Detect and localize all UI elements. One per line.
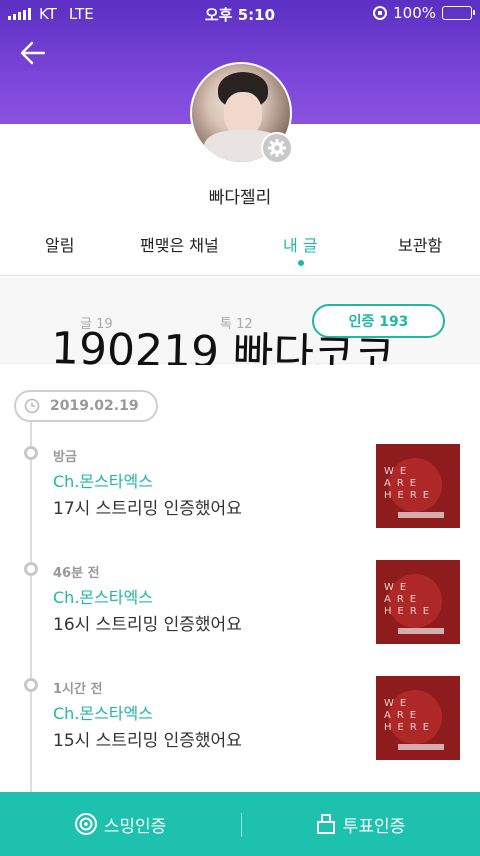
vote-cert-label: 투표인증 (342, 816, 406, 837)
disc-icon (74, 813, 97, 835)
post-channel-link[interactable]: Ch.몬스타엑스 (53, 700, 153, 724)
profile-tabs: 알림 팬맺은 채널 내 글 보관함 (0, 222, 480, 276)
back-arrow-icon (20, 41, 46, 65)
tab-fan-channels[interactable]: 팬맺은 채널 (140, 232, 219, 256)
post-time: 1시간 전 (53, 682, 103, 697)
username: 빠다젤리 (208, 188, 272, 208)
date-label: 2019.02.19 (50, 398, 139, 414)
timeline-post[interactable]: 방금 Ch.몬스타엑스 17시 스트리밍 인증했어요 WE ARE HERE (0, 444, 480, 544)
post-time: 방금 (53, 450, 77, 465)
orientation-lock-icon (373, 6, 388, 20)
profile-settings-button[interactable] (261, 132, 293, 164)
tab-archive[interactable]: 보관함 (398, 232, 442, 256)
back-button[interactable] (18, 38, 54, 70)
ballot-icon (316, 814, 335, 834)
post-text: 15시 스트리밍 인증했어요 (53, 731, 242, 751)
post-channel-link[interactable]: Ch.몬스타엑스 (53, 468, 153, 492)
post-text: 17시 스트리밍 인증했어요 (53, 499, 242, 519)
post-thumbnail[interactable]: WE ARE HERE (376, 676, 460, 760)
date-chip: 2019.02.19 (14, 390, 158, 422)
clock-icon (24, 398, 40, 414)
tab-notifications[interactable]: 알림 (45, 232, 74, 256)
vote-cert-button[interactable]: 투표인증 (240, 792, 480, 856)
post-time: 46분 전 (53, 566, 100, 581)
tab-my-posts[interactable]: 내 글 (283, 232, 318, 256)
timeline-post[interactable]: 1시간 전 Ch.몬스타엑스 15시 스트리밍 인증했어요 WE ARE HERE (0, 676, 480, 776)
profile-page: KT LTE 오후 5:10 100% 빠다젤리 알림 팬맺은 채널 내 글 보… (0, 0, 480, 856)
post-text: 16시 스트리밍 인증했어요 (53, 615, 242, 635)
status-right: 100% (373, 4, 475, 22)
gear-icon (268, 139, 286, 157)
timeline-post[interactable]: 46분 전 Ch.몬스타엑스 16시 스트리밍 인증했어요 WE ARE HERE (0, 560, 480, 660)
battery-percent: 100% (393, 4, 436, 22)
post-channel-link[interactable]: Ch.몬스타엑스 (53, 584, 153, 608)
battery-icon (442, 6, 475, 20)
streaming-cert-label: 스밍인증 (103, 816, 167, 837)
status-bar: KT LTE 오후 5:10 100% (0, 0, 480, 28)
bottom-action-bar: 스밍인증 투표인증 (0, 792, 480, 856)
bottom-divider (241, 813, 242, 837)
streaming-cert-button[interactable]: 스밍인증 (0, 792, 240, 856)
active-tab-indicator (298, 260, 304, 266)
post-thumbnail[interactable]: WE ARE HERE (376, 444, 460, 528)
post-thumbnail[interactable]: WE ARE HERE (376, 560, 460, 644)
